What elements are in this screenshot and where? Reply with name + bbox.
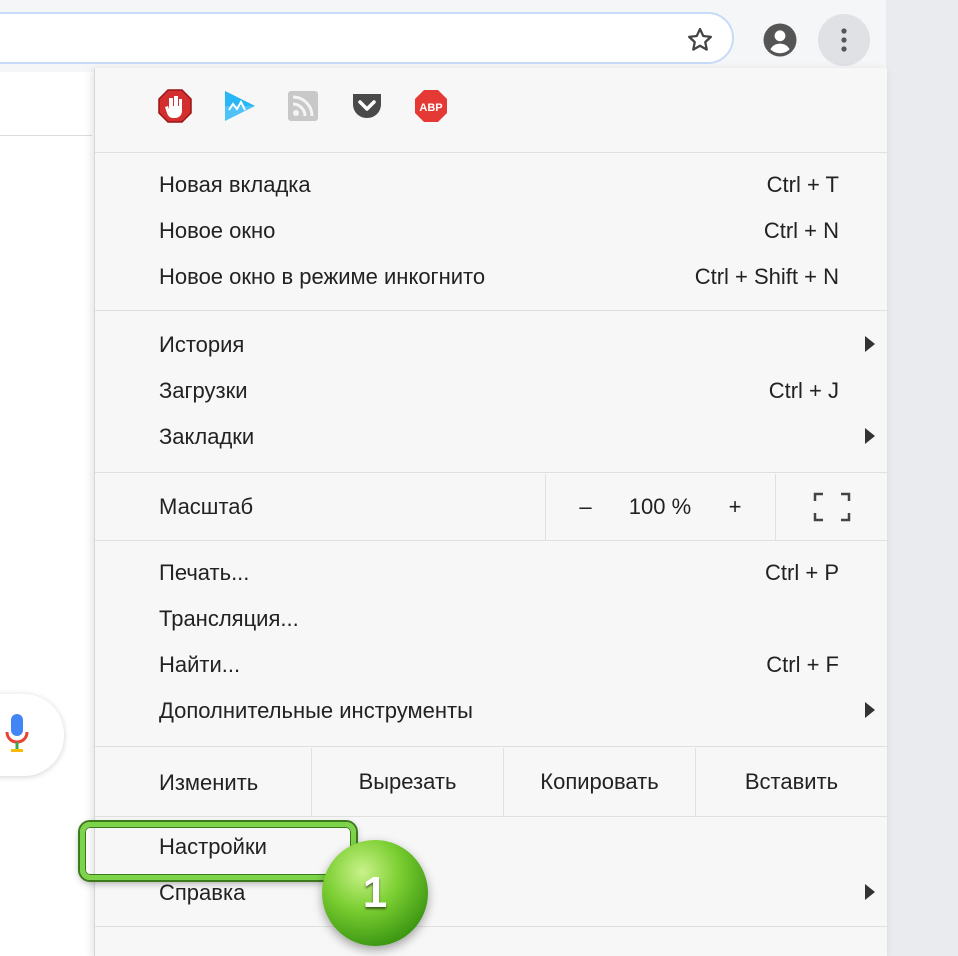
shortcut-label: Ctrl + F: [766, 652, 839, 677]
zoom-row: Масштаб – 100 % +: [95, 474, 887, 540]
menu-item-incognito[interactable]: Новое окно в режиме инкогнито Ctrl + Shi…: [95, 256, 887, 302]
menu-item-downloads[interactable]: Загрузки Ctrl + J: [95, 370, 887, 416]
edit-row: Изменить Вырезать Копировать Вставить: [95, 748, 887, 816]
menu-item-new-window[interactable]: Новое окно Ctrl + N: [95, 210, 887, 256]
menu-item-label: Новое окно в режиме инкогнито: [159, 264, 486, 289]
pocket-icon[interactable]: [349, 88, 385, 124]
settings-highlight-frame: [80, 822, 356, 880]
svg-text:ABP: ABP: [419, 102, 442, 114]
extension-icons-row: ABP: [95, 68, 887, 152]
menu-item-label: Закладки: [159, 424, 255, 449]
menu-item-find[interactable]: Найти... Ctrl + F: [95, 644, 887, 690]
shortcut-label: Ctrl + P: [765, 560, 839, 585]
menu-item-label: Справка: [159, 880, 246, 905]
menu-separator: [95, 926, 887, 927]
menu-item-label: Новая вкладка: [159, 172, 311, 197]
zoom-label: Масштаб: [159, 494, 254, 519]
copy-button[interactable]: Копировать: [503, 748, 695, 816]
menu-item-label: Новое окно: [159, 218, 276, 243]
menu-item-bookmarks[interactable]: Закладки: [95, 416, 887, 462]
profile-button[interactable]: [760, 20, 800, 60]
page-content: [0, 72, 92, 956]
menu-separator: [95, 310, 887, 311]
shortcut-label: Ctrl + J: [768, 378, 839, 403]
menu-separator: [95, 816, 887, 817]
submenu-arrow-icon: [865, 336, 875, 352]
menu-item-label: Загрузки: [159, 378, 248, 403]
opera-adblock-icon[interactable]: [157, 88, 193, 124]
shortcut-label: Ctrl + Shift + N: [694, 264, 839, 289]
play-extension-icon[interactable]: [221, 88, 257, 124]
menu-item-label: Трансляция...: [159, 606, 299, 631]
menu-separator: [95, 746, 887, 747]
submenu-arrow-icon: [865, 702, 875, 718]
menu-item-cast[interactable]: Трансляция...: [95, 598, 887, 644]
shortcut-label: Ctrl + T: [766, 172, 839, 197]
menu-separator: [95, 472, 887, 473]
star-icon: [688, 27, 712, 51]
menu-item-label: Найти...: [159, 652, 241, 677]
chrome-menu-button[interactable]: [818, 14, 870, 66]
bookmark-star-button[interactable]: [682, 22, 718, 58]
menu-separator: [95, 152, 887, 153]
paste-button[interactable]: Вставить: [695, 748, 887, 816]
submenu-arrow-icon: [865, 884, 875, 900]
cut-button[interactable]: Вырезать: [311, 748, 503, 816]
more-vert-icon: [841, 28, 847, 52]
edit-label: Изменить: [159, 770, 259, 795]
menu-item-label: Дополнительные инструменты: [159, 698, 473, 723]
browser-toolbar: [0, 0, 886, 72]
submenu-arrow-icon: [865, 428, 875, 444]
fullscreen-button[interactable]: [775, 474, 887, 540]
page-divider: [0, 135, 92, 136]
shortcut-label: Ctrl + N: [763, 218, 839, 243]
rss-icon[interactable]: [285, 88, 321, 124]
account-icon: [763, 23, 797, 57]
step-number-badge: 1: [322, 840, 428, 946]
zoom-in-button[interactable]: +: [695, 474, 775, 540]
menu-item-new-tab[interactable]: Новая вкладка Ctrl + T: [95, 164, 887, 210]
menu-separator: [95, 540, 887, 541]
address-bar[interactable]: [0, 12, 734, 64]
menu-item-history[interactable]: История: [95, 324, 887, 370]
menu-item-print[interactable]: Печать... Ctrl + P: [95, 552, 887, 598]
fullscreen-icon: [813, 492, 850, 522]
zoom-value: 100 %: [628, 494, 692, 519]
zoom-out-button[interactable]: –: [545, 474, 625, 540]
menu-item-label: Печать...: [159, 560, 250, 585]
menu-item-label: История: [159, 332, 245, 357]
window-edge: [886, 0, 958, 956]
microphone-icon[interactable]: [4, 712, 30, 758]
abp-icon[interactable]: ABP: [413, 88, 449, 124]
menu-item-more-tools[interactable]: Дополнительные инструменты: [95, 690, 887, 736]
